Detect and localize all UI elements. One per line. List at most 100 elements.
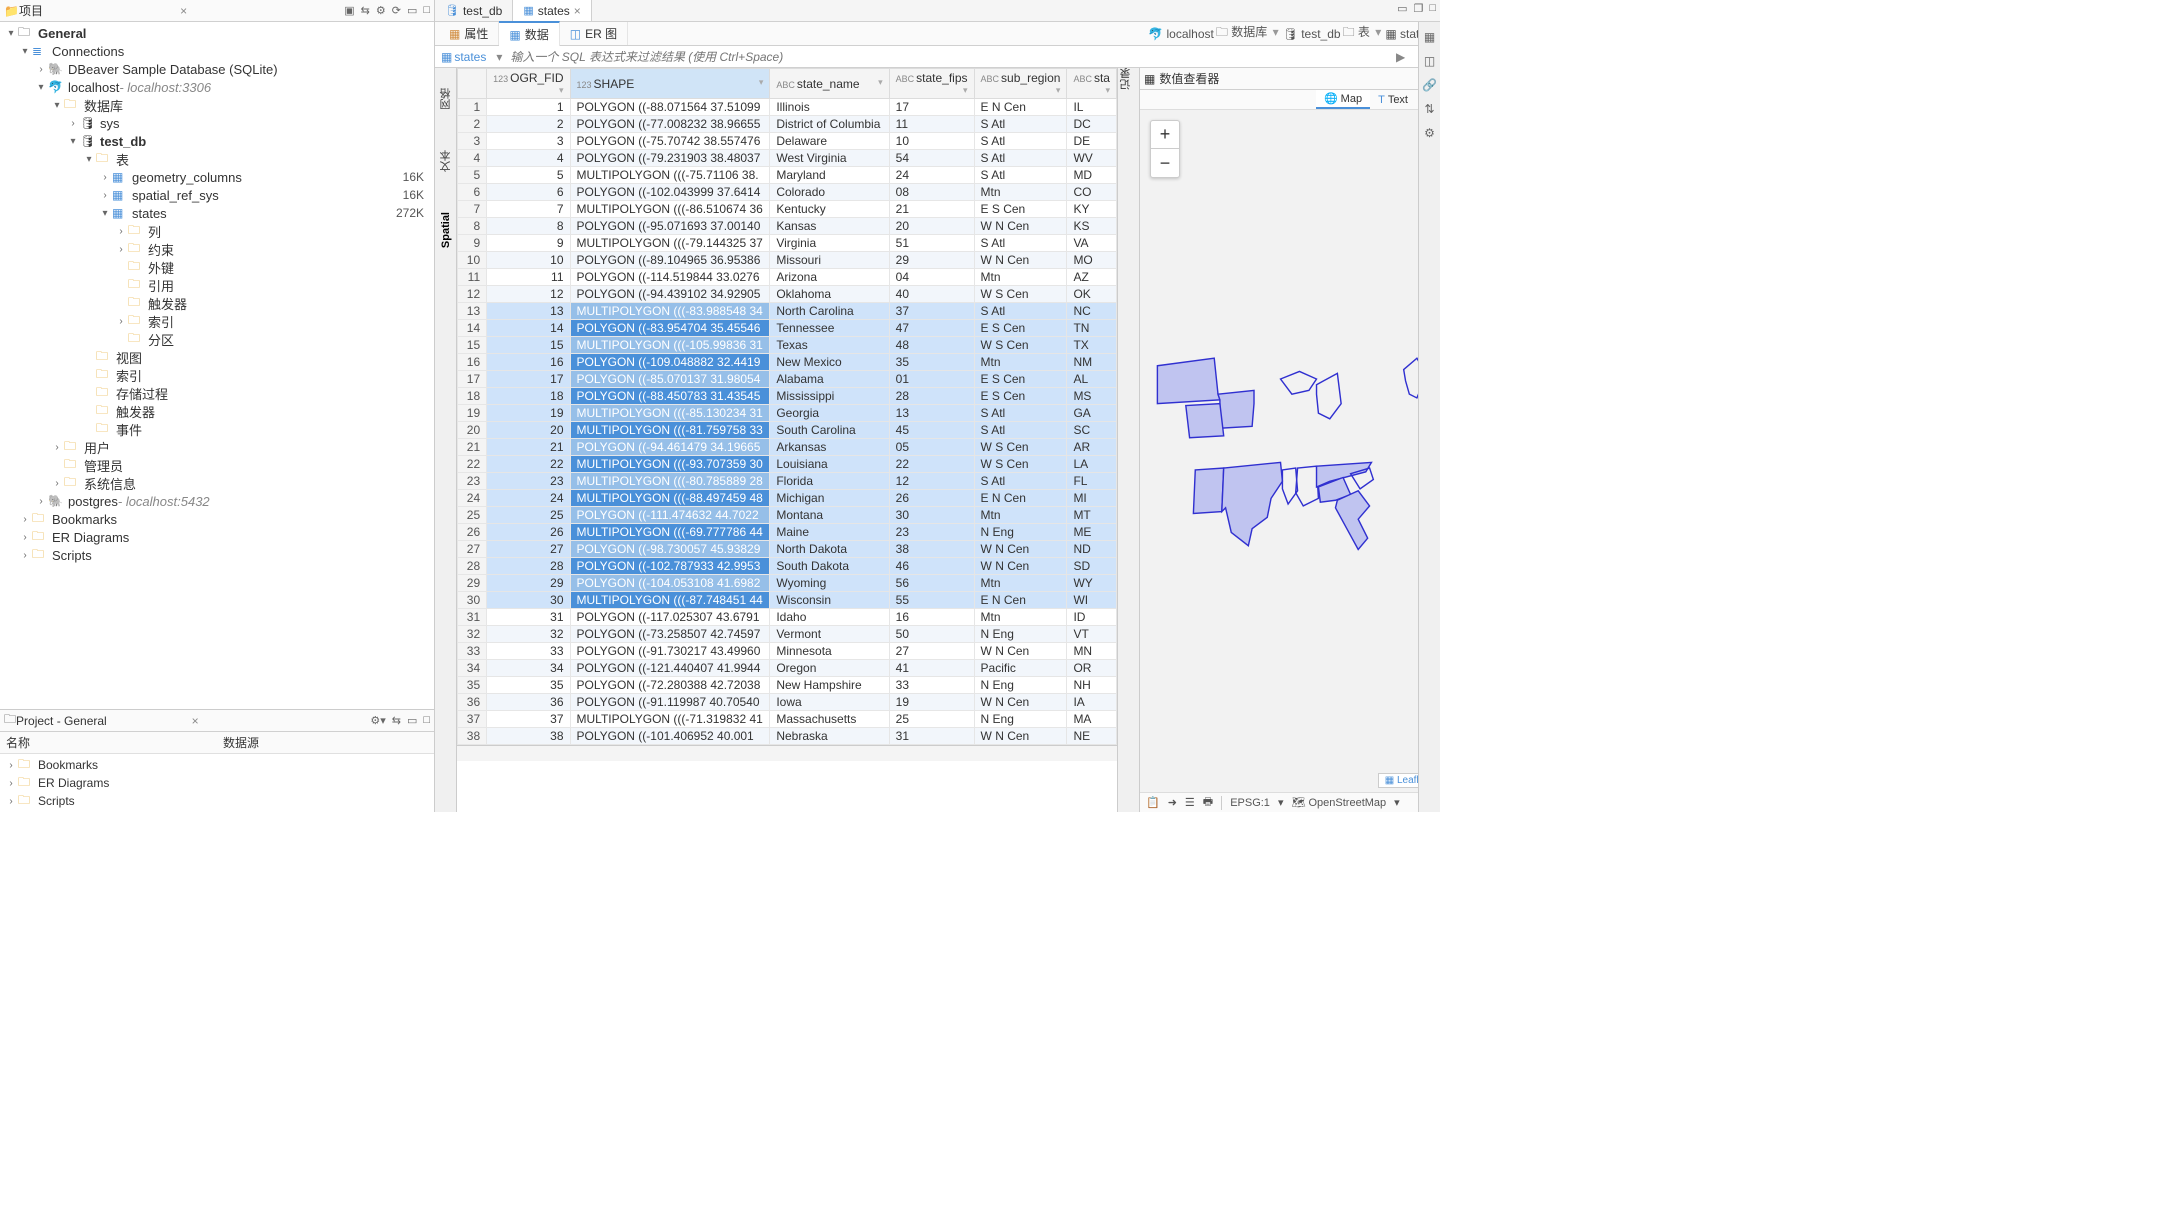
tree-postgres[interactable]: ›🐘postgres - localhost:5432	[0, 492, 434, 510]
cell-shape[interactable]: MULTIPOLYGON (((-88.497459 48	[570, 490, 770, 507]
cell-shape[interactable]: POLYGON ((-101.406952 40.001	[570, 728, 770, 745]
cell-abbr[interactable]: TN	[1067, 320, 1117, 337]
subtab-props[interactable]: ▦属性	[439, 22, 499, 45]
cell-abbr[interactable]: WY	[1067, 575, 1117, 592]
cell-fid[interactable]: 23	[487, 473, 570, 490]
table-row[interactable]: 2929POLYGON ((-104.053108 41.6982Wyoming…	[458, 575, 1117, 592]
epsg-dropdown-icon[interactable]: ▾	[1278, 796, 1284, 809]
tree-databases[interactable]: ▾🗀数据库	[0, 96, 434, 114]
link-icon[interactable]: ⇆	[392, 714, 401, 727]
cell-abbr[interactable]: MO	[1067, 252, 1117, 269]
cell-state-name[interactable]: New Mexico	[770, 354, 889, 371]
tree-sysinfo[interactable]: ›🗀系统信息	[0, 474, 434, 492]
cell-state-name[interactable]: Tennessee	[770, 320, 889, 337]
win-max-icon[interactable]: □	[1429, 2, 1436, 15]
cell-abbr[interactable]: FL	[1067, 473, 1117, 490]
table-row[interactable]: 3838POLYGON ((-101.406952 40.001Nebraska…	[458, 728, 1117, 745]
table-row[interactable]: 1010POLYGON ((-89.104965 36.95386Missour…	[458, 252, 1117, 269]
table-row[interactable]: 2424MULTIPOLYGON (((-88.497459 48Michiga…	[458, 490, 1117, 507]
cell-sub-region[interactable]: S Atl	[974, 473, 1067, 490]
bc-tables[interactable]: 🗀 表 ▾	[1343, 23, 1384, 44]
cell-state-name[interactable]: Arizona	[770, 269, 889, 286]
row-num[interactable]: 8	[458, 218, 487, 235]
cell-fips[interactable]: 01	[889, 371, 974, 388]
cell-shape[interactable]: POLYGON ((-111.474632 44.7022	[570, 507, 770, 524]
cell-fid[interactable]: 17	[487, 371, 570, 388]
tb-min-icon[interactable]: ▭	[407, 4, 417, 17]
cell-abbr[interactable]: AL	[1067, 371, 1117, 388]
cell-fips[interactable]: 25	[889, 711, 974, 728]
cell-fips[interactable]: 16	[889, 609, 974, 626]
tree-states[interactable]: ▾▦states272K	[0, 204, 434, 222]
row-num[interactable]: 36	[458, 694, 487, 711]
row-num[interactable]: 10	[458, 252, 487, 269]
table-row[interactable]: 44POLYGON ((-79.231903 38.48037West Virg…	[458, 150, 1117, 167]
cell-sub-region[interactable]: W N Cen	[974, 218, 1067, 235]
cell-fips[interactable]: 22	[889, 456, 974, 473]
cell-fid[interactable]: 27	[487, 541, 570, 558]
cell-fid[interactable]: 24	[487, 490, 570, 507]
row-num[interactable]: 37	[458, 711, 487, 728]
cell-shape[interactable]: MULTIPOLYGON (((-93.707359 30	[570, 456, 770, 473]
tb-max-icon[interactable]: □	[423, 4, 430, 17]
cell-fid[interactable]: 36	[487, 694, 570, 711]
cell-fid[interactable]: 38	[487, 728, 570, 745]
row-num[interactable]: 30	[458, 592, 487, 609]
cell-state-name[interactable]: Georgia	[770, 405, 889, 422]
cell-fid[interactable]: 4	[487, 150, 570, 167]
basemap-dropdown-icon[interactable]: ▾	[1394, 796, 1400, 809]
cell-abbr[interactable]: NC	[1067, 303, 1117, 320]
tab-test-db[interactable]: 🛢test_db	[435, 0, 513, 21]
table-row[interactable]: 3232POLYGON ((-73.258507 42.74597Vermont…	[458, 626, 1117, 643]
table-row[interactable]: 2626MULTIPOLYGON (((-69.777786 44Maine23…	[458, 524, 1117, 541]
cell-fid[interactable]: 15	[487, 337, 570, 354]
row-num[interactable]: 25	[458, 507, 487, 524]
cell-state-name[interactable]: New Hampshire	[770, 677, 889, 694]
table-row[interactable]: 77MULTIPOLYGON (((-86.510674 36Kentucky2…	[458, 201, 1117, 218]
cell-sub-region[interactable]: W S Cen	[974, 286, 1067, 303]
cell-abbr[interactable]: ND	[1067, 541, 1117, 558]
tree-constraints[interactable]: ›🗀约束	[0, 240, 434, 258]
table-row[interactable]: 3434POLYGON ((-121.440407 41.9944Oregon4…	[458, 660, 1117, 677]
row-num[interactable]: 12	[458, 286, 487, 303]
cell-shape[interactable]: MULTIPOLYGON (((-87.748451 44	[570, 592, 770, 609]
cell-fips[interactable]: 30	[889, 507, 974, 524]
cell-fid[interactable]: 19	[487, 405, 570, 422]
cell-fips[interactable]: 12	[889, 473, 974, 490]
tree-scripts[interactable]: ›🗀Scripts	[0, 546, 434, 564]
cell-sub-region[interactable]: Mtn	[974, 507, 1067, 524]
cell-fid[interactable]: 18	[487, 388, 570, 405]
cell-sub-region[interactable]: W S Cen	[974, 439, 1067, 456]
row-num[interactable]: 32	[458, 626, 487, 643]
cell-state-name[interactable]: Wisconsin	[770, 592, 889, 609]
cell-abbr[interactable]: WV	[1067, 150, 1117, 167]
cell-state-name[interactable]: Missouri	[770, 252, 889, 269]
copy-icon[interactable]: 📋	[1146, 796, 1160, 809]
cell-abbr[interactable]: AZ	[1067, 269, 1117, 286]
cell-sub-region[interactable]: Pacific	[974, 660, 1067, 677]
cell-shape[interactable]: POLYGON ((-83.954704 35.45546	[570, 320, 770, 337]
cell-shape[interactable]: MULTIPOLYGON (((-79.144325 37	[570, 235, 770, 252]
cell-sub-region[interactable]: S Atl	[974, 133, 1067, 150]
cell-abbr[interactable]: MI	[1067, 490, 1117, 507]
basemap-label[interactable]: 🗺 OpenStreetMap	[1291, 796, 1386, 809]
viewer-tab-map[interactable]: 🌐Map	[1316, 90, 1370, 109]
row-num[interactable]: 19	[458, 405, 487, 422]
cell-abbr[interactable]: NE	[1067, 728, 1117, 745]
rt-sort-icon[interactable]: ⇅	[1424, 102, 1434, 116]
table-row[interactable]: 3333POLYGON ((-91.730217 43.49960Minneso…	[458, 643, 1117, 660]
cell-abbr[interactable]: OR	[1067, 660, 1117, 677]
cell-abbr[interactable]: MS	[1067, 388, 1117, 405]
cell-fips[interactable]: 21	[889, 201, 974, 218]
cell-fips[interactable]: 27	[889, 643, 974, 660]
cell-shape[interactable]: POLYGON ((-104.053108 41.6982	[570, 575, 770, 592]
cell-state-name[interactable]: Louisiana	[770, 456, 889, 473]
cell-fips[interactable]: 29	[889, 252, 974, 269]
cell-fid[interactable]: 1	[487, 99, 570, 116]
cell-shape[interactable]: MULTIPOLYGON (((-83.988548 34	[570, 303, 770, 320]
cell-shape[interactable]: MULTIPOLYGON (((-75.71106 38.	[570, 167, 770, 184]
close-icon[interactable]: ×	[180, 4, 187, 18]
tree-fks[interactable]: 🗀外键	[0, 258, 434, 276]
row-num[interactable]: 9	[458, 235, 487, 252]
cell-fips[interactable]: 05	[889, 439, 974, 456]
